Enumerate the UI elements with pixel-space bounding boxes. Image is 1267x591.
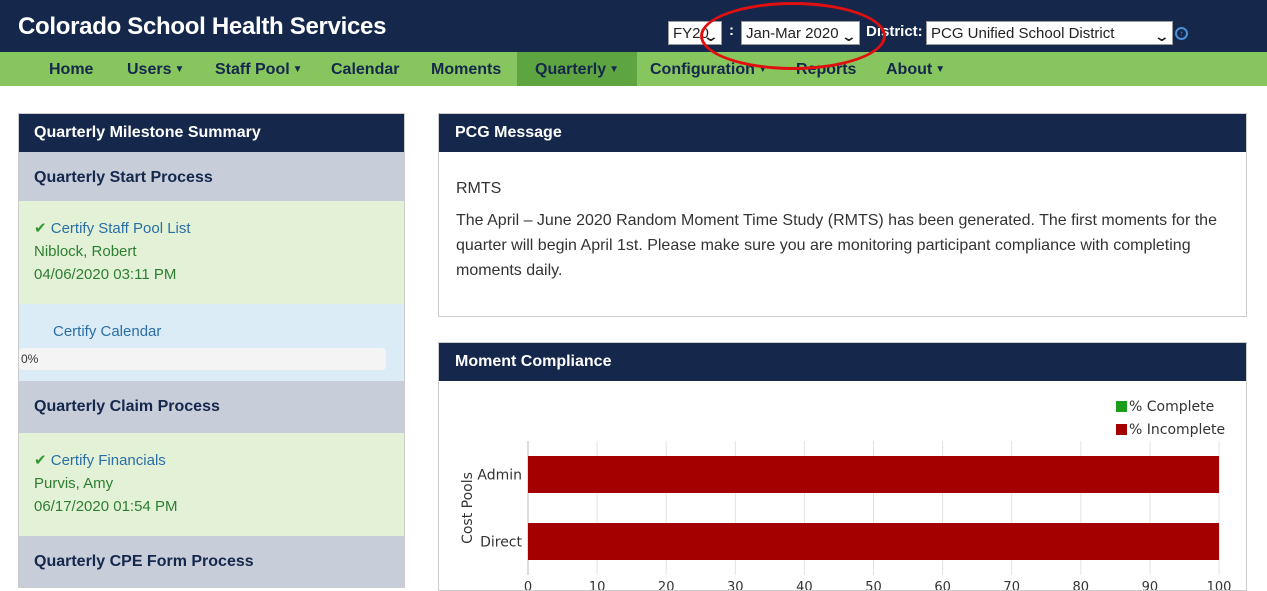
nav-moments[interactable]: Moments: [431, 52, 501, 86]
x-tick-label: 70: [1003, 580, 1020, 591]
calendar-progress-text: 0%: [21, 352, 39, 366]
app-title: Colorado School Health Services: [18, 13, 387, 40]
nav-about[interactable]: About ▼: [886, 52, 945, 86]
financials-user: Purvis, Amy: [34, 475, 114, 492]
nav-staff-pool-label: Staff Pool: [215, 61, 290, 78]
nav-moments-label: Moments: [431, 61, 502, 78]
certify-calendar-link[interactable]: Certify Calendar: [19, 322, 404, 342]
info-icon[interactable]: ↑: [1175, 27, 1188, 40]
nav-quarterly[interactable]: Quarterly ▼: [517, 52, 638, 86]
certify-staff-pool-label: Certify Staff Pool List: [50, 220, 191, 237]
category-label-admin: Admin: [477, 468, 522, 484]
main-nav: Home Users ▼ Staff Pool ▼ Calendar Moments…: [0, 52, 1267, 86]
certify-calendar-label: Certify Calendar: [53, 323, 162, 340]
y-axis-title: Cost Pools: [460, 472, 476, 544]
cpe-process-header: Quarterly CPE Form Process: [19, 536, 404, 587]
financials-date: 06/17/2020 01:54 PM: [34, 498, 178, 515]
certify-financials-link[interactable]: ✔ Certify Financials: [34, 449, 404, 472]
nav-calendar-label: Calendar: [331, 61, 400, 78]
nav-staff-pool[interactable]: Staff Pool ▼: [215, 52, 303, 86]
pcg-message-panel: PCG Message RMTS The April – June 2020 R…: [438, 113, 1247, 317]
x-tick-label: 50: [865, 580, 882, 591]
category-label-direct: Direct: [480, 535, 522, 551]
district-select[interactable]: PCG Unified School District ⌄: [926, 21, 1173, 45]
calendar-milestone: Certify Calendar 0%: [19, 304, 404, 381]
x-tick-label: 0: [524, 580, 532, 591]
staff-pool-date: 04/06/2020 03:11 PM: [34, 266, 177, 283]
milestone-summary-title: Quarterly Milestone Summary: [19, 114, 404, 152]
financials-milestone: ✔ Certify Financials Purvis, Amy 06/17/2…: [19, 433, 404, 536]
calendar-progress-bar: 0%: [19, 348, 386, 370]
x-tick-label: 80: [1073, 580, 1090, 591]
nav-calendar[interactable]: Calendar: [331, 52, 399, 86]
certify-financials-label: Certify Financials: [50, 452, 166, 469]
bar-admin: [528, 456, 1219, 493]
caret-down-icon: ▼: [609, 64, 620, 75]
nav-home[interactable]: Home: [49, 52, 93, 86]
compliance-chart: 0 10 20 30 40 50 60 70 80 90 100 Admin DirectCost Po…: [460, 399, 1232, 591]
moment-compliance-title: Moment Compliance: [439, 343, 1246, 381]
nav-users[interactable]: Users ▼: [127, 52, 184, 86]
legend-swatch: [1116, 424, 1127, 435]
bar-direct: [528, 523, 1219, 560]
caret-down-icon: ▼: [174, 64, 185, 75]
message-body: The April – June 2020 Random Moment Time…: [456, 212, 1217, 279]
x-tick-label: 90: [1142, 580, 1159, 591]
start-process-header: Quarterly Start Process: [19, 152, 404, 201]
staff-pool-milestone: ✔ Certify Staff Pool List Niblock, Rober…: [19, 201, 404, 304]
annotation-circle: [700, 2, 886, 70]
chevron-down-icon: ⌄: [1153, 28, 1171, 44]
nav-home-label: Home: [49, 61, 94, 78]
top-header: Colorado School Health Services FY20 ⌄ :…: [0, 0, 1267, 52]
x-tick-label: 40: [796, 580, 813, 591]
x-tick-label: 10: [589, 580, 606, 591]
check-icon: ✔: [34, 220, 47, 237]
milestone-summary-panel: Quarterly Milestone Summary Quarterly St…: [18, 113, 405, 588]
claim-process-header: Quarterly Claim Process: [19, 381, 404, 433]
nav-users-label: Users: [127, 61, 172, 78]
x-tick-label: 60: [934, 580, 951, 591]
pcg-message-title: PCG Message: [439, 114, 1246, 152]
check-icon: ✔: [34, 452, 47, 469]
certify-staff-pool-link[interactable]: ✔ Certify Staff Pool List: [34, 217, 404, 240]
caret-down-icon: ▼: [292, 64, 303, 75]
legend-label: % Complete: [1129, 399, 1214, 415]
legend-label: % Incomplete: [1129, 422, 1225, 438]
nav-about-label: About: [886, 61, 933, 78]
district-value: PCG Unified School District: [931, 25, 1115, 42]
staff-pool-user: Niblock, Robert: [34, 243, 137, 260]
x-tick-label: 20: [658, 580, 675, 591]
moment-compliance-panel: Moment Compliance 0 10 20 30 40 50 60 70 80 90 100…: [438, 342, 1247, 591]
message-heading: RMTS: [456, 180, 502, 197]
x-tick-label: 30: [727, 580, 744, 591]
legend-swatch: [1116, 401, 1127, 412]
x-tick-label: 100: [1207, 580, 1232, 591]
nav-quarterly-label: Quarterly: [535, 61, 607, 78]
caret-down-icon: ▼: [935, 64, 946, 75]
